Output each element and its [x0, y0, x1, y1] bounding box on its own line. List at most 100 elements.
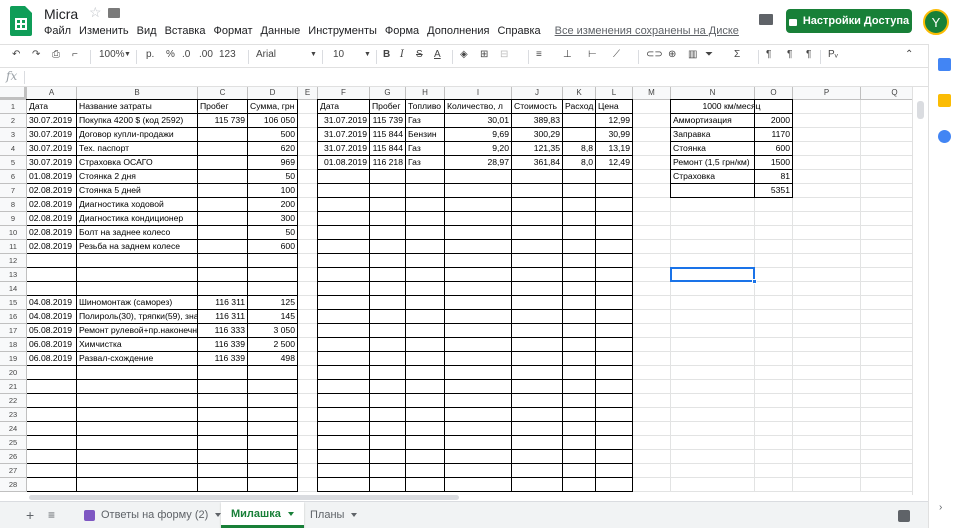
cell-A18[interactable]: 06.08.2019	[27, 338, 76, 352]
cell-A17[interactable]: 05.08.2019	[27, 324, 76, 338]
borders-icon[interactable]: ⊞	[480, 49, 488, 60]
row-header[interactable]: 18	[0, 338, 27, 352]
font-size-select[interactable]: 10	[333, 49, 344, 60]
row-header[interactable]: 19	[0, 352, 27, 366]
insert-comment-icon[interactable]: ⊕	[668, 49, 676, 60]
insert-chart-icon[interactable]: ▥	[688, 49, 697, 60]
cell-A2[interactable]: 30.07.2019	[27, 114, 76, 128]
font-select[interactable]: Arial	[256, 49, 276, 60]
cell-I1[interactable]: Количество, л	[445, 100, 511, 114]
row-header[interactable]: 12	[0, 254, 27, 268]
increase-decimal-button[interactable]: .00	[199, 49, 213, 60]
cell-L2[interactable]: 12,99	[596, 114, 632, 128]
row-header[interactable]: 21	[0, 380, 27, 394]
filter-icon[interactable]: ⏷	[705, 49, 713, 60]
menu-item[interactable]: Вид	[137, 25, 157, 37]
fill-handle[interactable]	[752, 279, 757, 284]
column-header[interactable]: P	[793, 87, 861, 100]
cell-D1[interactable]: Сумма, грн	[248, 100, 297, 114]
row-header[interactable]: 13	[0, 268, 27, 282]
currency-button[interactable]: р.	[146, 49, 154, 60]
cell-D4[interactable]: 620	[248, 142, 297, 156]
row-header[interactable]: 2	[0, 114, 27, 128]
chevron-down-icon[interactable]	[287, 511, 294, 516]
print-icon[interactable]: ⎙	[52, 49, 60, 60]
cell-A19[interactable]: 06.08.2019	[27, 352, 76, 366]
cell-I2[interactable]: 30,01	[445, 114, 511, 128]
cell-D10[interactable]: 50	[248, 226, 297, 240]
menu-item[interactable]: Дополнения	[427, 25, 489, 37]
cell-H3[interactable]: Бензин	[406, 128, 444, 142]
cell-J4[interactable]: 121,35	[512, 142, 562, 156]
percent-button[interactable]: %	[166, 49, 175, 60]
horizontal-align-icon[interactable]: ≡	[536, 49, 542, 60]
cell-F4[interactable]: 31.07.2019	[318, 142, 369, 156]
star-icon[interactable]: ☆	[89, 4, 102, 21]
menu-item[interactable]: Вставка	[165, 25, 206, 37]
insert-link-icon[interactable]: ⊂⊃	[646, 49, 663, 60]
cell-J1[interactable]: Стоимость	[512, 100, 562, 114]
cell-C17[interactable]: 116 333	[198, 324, 247, 338]
cell-A7[interactable]: 02.08.2019	[27, 184, 76, 198]
cell-A8[interactable]: 02.08.2019	[27, 198, 76, 212]
cell-I3[interactable]: 9,69	[445, 128, 511, 142]
cell-B5[interactable]: Страховка ОСАГО	[77, 156, 197, 170]
cell-B15[interactable]: Шиномонтаж (саморез)	[77, 296, 197, 310]
row-header[interactable]: 23	[0, 408, 27, 422]
horizontal-scroll-thumb[interactable]	[29, 495, 459, 500]
active-cell-selection[interactable]	[670, 267, 755, 282]
select-all-corner[interactable]	[0, 87, 27, 100]
cell-A11[interactable]: 02.08.2019	[27, 240, 76, 254]
cell-B2[interactable]: Покупка 4200 $ (код 2592)	[77, 114, 197, 128]
sheets-logo-icon[interactable]	[10, 6, 32, 36]
cell-B17[interactable]: Ремонт рулевой+пр.наконечн	[77, 324, 197, 338]
menu-item[interactable]: Изменить	[79, 25, 129, 37]
row-header[interactable]: 24	[0, 422, 27, 436]
zoom-select[interactable]: 100%	[99, 49, 125, 60]
redo-icon[interactable]: ↷	[32, 49, 40, 60]
cell-O7[interactable]: 5351	[755, 184, 792, 198]
cell-D15[interactable]: 125	[248, 296, 297, 310]
row-header[interactable]: 11	[0, 240, 27, 254]
cell-O6[interactable]: 81	[755, 170, 792, 184]
cell-B10[interactable]: Болт на заднее колесо	[77, 226, 197, 240]
cell-L4[interactable]: 13,19	[596, 142, 632, 156]
cell-O5[interactable]: 1500	[755, 156, 792, 170]
row-header[interactable]: 4	[0, 142, 27, 156]
row-header[interactable]: 5	[0, 156, 27, 170]
cell-D2[interactable]: 106 050	[248, 114, 297, 128]
cell-K1[interactable]: Расход	[563, 100, 595, 114]
zoom-caret-icon[interactable]: ▼	[124, 51, 131, 58]
cell-B9[interactable]: Диагностика кондиционер	[77, 212, 197, 226]
fill-color-icon[interactable]: ◈	[460, 49, 468, 60]
tab-plans[interactable]: Планы	[300, 502, 367, 528]
cell-B8[interactable]: Диагностика ходовой	[77, 198, 197, 212]
cell-G4[interactable]: 115 844	[370, 142, 405, 156]
menu-item[interactable]: Справка	[497, 25, 540, 37]
cell-D18[interactable]: 2 500	[248, 338, 297, 352]
row-header[interactable]: 14	[0, 282, 27, 296]
paint-format-icon[interactable]: ⌐	[72, 49, 78, 60]
cell-L1[interactable]: Цена	[596, 100, 632, 114]
row-header[interactable]: 1	[0, 100, 27, 114]
share-button[interactable]: Настройки Доступа	[786, 9, 912, 33]
tasks-icon[interactable]	[938, 130, 951, 143]
cell-I5[interactable]: 28,97	[445, 156, 511, 170]
cell-N2[interactable]: Аммортизация	[671, 114, 754, 128]
cell-B11[interactable]: Резьба на заднем колесе	[77, 240, 197, 254]
cell-D17[interactable]: 3 050	[248, 324, 297, 338]
cell-A5[interactable]: 30.07.2019	[27, 156, 76, 170]
vertical-align-icon[interactable]: ⊥	[563, 49, 572, 60]
row-header[interactable]: 25	[0, 436, 27, 450]
row-header[interactable]: 26	[0, 450, 27, 464]
cell-G3[interactable]: 115 844	[370, 128, 405, 142]
save-status-link[interactable]: Все изменения сохранены на Диске	[555, 25, 739, 37]
cell-B6[interactable]: Стоянка 2 дня	[77, 170, 197, 184]
cell-D11[interactable]: 600	[248, 240, 297, 254]
row-header[interactable]: 17	[0, 324, 27, 338]
cell-B7[interactable]: Стоянка 5 дней	[77, 184, 197, 198]
functions-icon[interactable]: Σ	[734, 49, 740, 60]
cell-B18[interactable]: Химчистка	[77, 338, 197, 352]
row-header[interactable]: 8	[0, 198, 27, 212]
row-header[interactable]: 28	[0, 478, 27, 492]
